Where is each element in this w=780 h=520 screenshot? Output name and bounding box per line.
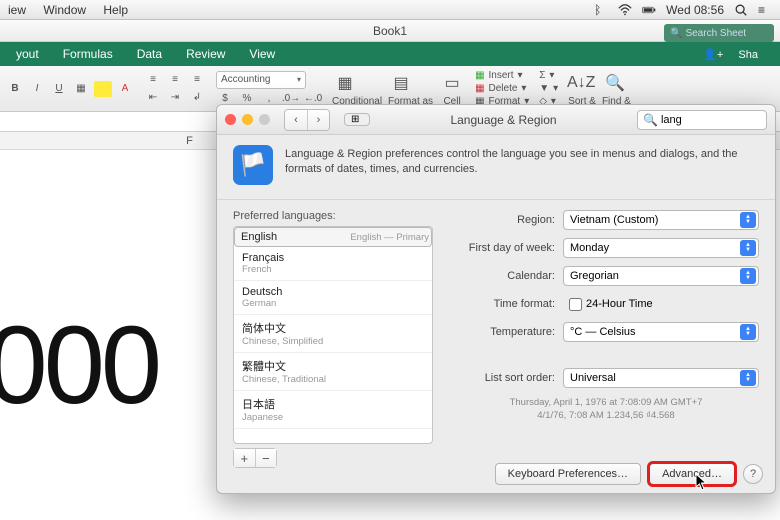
minimize-button[interactable] [242,114,253,125]
temp-label: Temperature: [453,326,563,338]
border-button[interactable]: ▦ [72,81,90,97]
temperature-select[interactable]: °C — Celsius▲▼ [563,322,759,342]
mac-menubar: iew Window Help ᛒ Wed 08:56 ≡ [0,0,780,20]
preferred-languages-list[interactable]: EnglishEnglish — Primary FrançaisFrench … [233,226,433,444]
spotlight-icon[interactable] [734,3,748,17]
preferred-languages-label: Preferred languages: [233,210,433,222]
region-select[interactable]: Vietnam (Custom)▲▼ [563,210,759,230]
wrap-text-button[interactable]: ↲ [188,90,206,106]
delete-icon[interactable]: ▦ [475,83,484,94]
menu-item[interactable]: Window [43,3,86,17]
ribbon-tab[interactable]: yout [4,43,51,65]
fill-color-button[interactable] [94,81,112,97]
number-format-dropdown[interactable]: Accounting▾ [216,71,306,89]
list-item[interactable]: 简体中文Chinese, Simplified [234,315,432,353]
menubar-clock[interactable]: Wed 08:56 [666,3,724,17]
menu-item[interactable]: iew [8,3,26,17]
ribbon-tab[interactable]: Data [125,43,174,65]
excel-search[interactable]: 🔍 Search Sheet [664,24,774,42]
autosum-icon[interactable]: Σ [539,70,545,81]
find-select-icon[interactable]: 🔍 [602,70,628,96]
align-right-button[interactable]: ≡ [188,72,206,88]
firstday-select[interactable]: Monday▲▼ [563,238,759,258]
forward-button[interactable]: › [307,110,329,130]
insert-icon[interactable]: ▦ [475,70,484,81]
24hour-checkbox[interactable] [569,298,582,311]
close-button[interactable] [225,114,236,125]
language-region-icon: 🏳️ [233,145,273,185]
firstday-label: First day of week: [453,242,563,254]
label: Delete [489,83,518,94]
label: Insert [489,70,514,81]
calendar-select[interactable]: Gregorian▲▼ [563,266,759,286]
search-placeholder: Search Sheet [685,28,746,39]
ribbon-tab[interactable]: Review [174,43,237,65]
search-icon: 🔍 [643,113,658,127]
back-button[interactable]: ‹ [285,110,307,130]
fill-icon[interactable]: ▼ [539,83,549,94]
help-button[interactable]: ? [743,464,763,484]
zoom-button[interactable] [259,114,270,125]
list-item[interactable]: FrançaisFrench [234,247,432,281]
indent-inc-button[interactable]: ⇥ [166,90,184,106]
list-item[interactable]: 日本語Japanese [234,391,432,429]
advanced-button[interactable]: Advanced… [649,463,735,485]
col-header-F[interactable]: F [160,132,220,150]
share-button[interactable]: 👤+ Sha [691,44,776,65]
ribbon-tab[interactable]: Formulas [51,43,125,65]
chevron-updown-icon: ▲▼ [740,240,756,256]
italic-button[interactable]: I [28,81,46,97]
workbook-title: Book1 [373,24,407,38]
conditional-formatting-icon[interactable]: ▦ [332,70,358,96]
list-item[interactable]: 繁體中文Chinese, Traditional [234,353,432,391]
cell-value: .000 [0,302,158,429]
pref-description: Language & Region preferences control th… [285,145,759,185]
timefmt-label: Time format: [453,298,563,310]
sort-filter-icon[interactable]: A↓Z [568,70,594,96]
pref-search-input[interactable] [661,114,776,126]
bluetooth-icon[interactable]: ᛒ [594,3,608,17]
search-icon: 🔍 [670,28,682,39]
show-all-button[interactable]: ⊞ [344,113,370,126]
add-language-button[interactable]: + [234,449,255,467]
align-center-button[interactable]: ≡ [166,72,184,88]
sort-label: List sort order: [453,372,563,384]
font-color-button[interactable]: A [116,81,134,97]
format-sample: Thursday, April 1, 1976 at 7:08:09 AM GM… [453,396,759,423]
chevron-updown-icon: ▲▼ [740,324,756,340]
timefmt-checkbox[interactable]: 24-Hour Time [563,294,759,314]
ribbon-tab[interactable]: View [237,43,287,65]
remove-language-button[interactable]: − [255,449,277,467]
list-item[interactable]: EnglishEnglish — Primary [234,227,432,247]
excel-titlebar: Book1 [0,20,780,42]
align-left-button[interactable]: ≡ [144,72,162,88]
region-label: Region: [453,214,563,226]
ribbon-tabs: yout Formulas Data Review View 👤+ Sha [0,42,780,66]
menu-item[interactable]: Help [103,3,128,17]
window-titlebar[interactable]: ‹ › ⊞ Language & Region 🔍 ✕ [217,105,775,135]
keyboard-preferences-button[interactable]: Keyboard Preferences… [495,463,641,485]
underline-button[interactable]: U [50,81,68,97]
language-region-window: ‹ › ⊞ Language & Region 🔍 ✕ 🏳️ Language … [216,104,776,494]
list-item[interactable]: DeutschGerman [234,281,432,315]
cell-styles-icon[interactable]: ▭ [439,70,465,96]
wifi-icon[interactable] [618,3,632,17]
format-as-table-icon[interactable]: ▤ [388,70,414,96]
sortorder-select[interactable]: Universal▲▼ [563,368,759,388]
calendar-label: Calendar: [453,270,563,282]
pref-search[interactable]: 🔍 ✕ [637,110,767,130]
window-title: Language & Region [378,113,629,127]
chevron-updown-icon: ▲▼ [740,268,756,284]
chevron-updown-icon: ▲▼ [740,212,756,228]
notifications-icon[interactable]: ≡ [758,3,772,17]
indent-dec-button[interactable]: ⇤ [144,90,162,106]
bold-button[interactable]: B [6,81,24,97]
chevron-updown-icon: ▲▼ [740,370,756,386]
battery-icon[interactable] [642,3,656,17]
